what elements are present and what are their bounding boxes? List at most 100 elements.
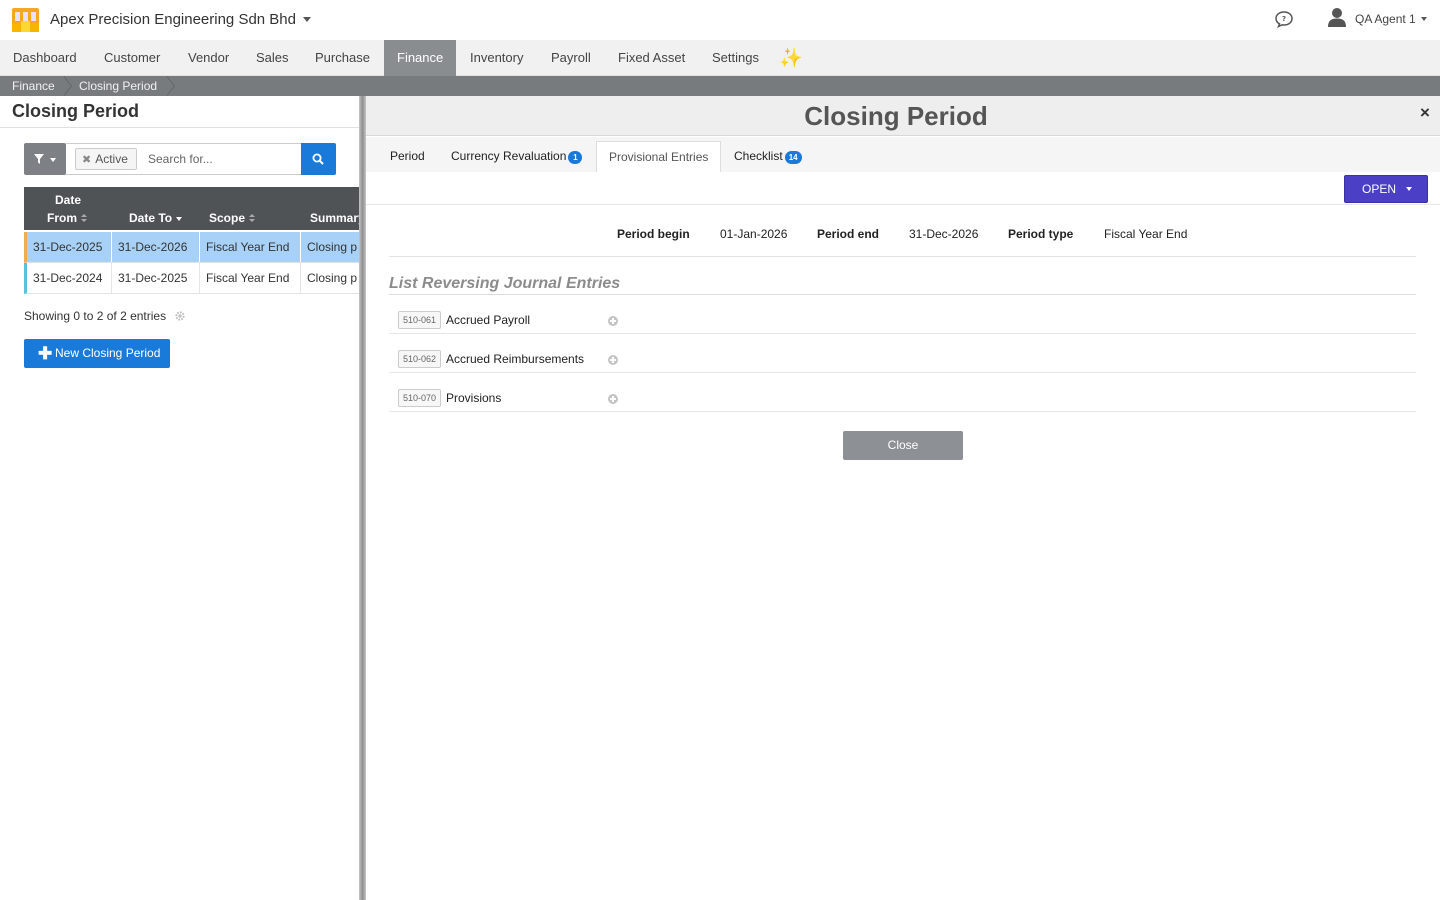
filter-icon: [34, 154, 44, 164]
period-type-value: Fiscal Year End: [1104, 227, 1188, 241]
nav-fixed-asset[interactable]: Fixed Asset: [605, 40, 698, 76]
tab-currency-revaluation[interactable]: Currency Revaluation 1: [439, 141, 594, 172]
period-type-label: Period type: [1008, 227, 1074, 241]
search-icon: [312, 153, 324, 165]
user-caret-icon[interactable]: [1421, 17, 1427, 21]
column-date-to[interactable]: Date To: [112, 187, 200, 232]
add-entry-icon[interactable]: [608, 355, 618, 365]
cell-summary: Closing p: [307, 240, 358, 254]
period-begin-value: 01-Jan-2026: [720, 227, 788, 241]
top-bar: Apex Precision Engineering Sdn Bhd ? QA …: [0, 0, 1440, 40]
checklist-count-badge: 14: [784, 151, 802, 164]
status-open-label: OPEN: [1362, 182, 1397, 196]
detail-tabs: Period Currency Revaluation 1 Provisional…: [366, 137, 1440, 172]
column-date-to-label: Date To: [129, 211, 173, 225]
account-code-badge: 510-061: [398, 311, 442, 329]
sparkles-icon[interactable]: ✨: [779, 46, 803, 70]
nav-sales[interactable]: Sales: [243, 40, 302, 76]
cell-date-to: 31-Dec-2025: [112, 263, 200, 293]
column-date-from-line2: From: [47, 211, 77, 225]
period-end-label: Period end: [817, 227, 880, 241]
add-entry-icon[interactable]: [608, 394, 618, 404]
nav-dashboard[interactable]: Dashboard: [0, 40, 90, 76]
nav-payroll[interactable]: Payroll: [538, 40, 604, 76]
list-item: 510-062 Accrued Reimbursements: [389, 334, 1416, 373]
tab-checklist-label: Checklist: [734, 149, 783, 163]
table-info: Showing 0 to 2 of 2 entries: [24, 309, 167, 323]
account-code-badge: 510-070: [398, 389, 442, 407]
breadcrumb-separator: [166, 76, 175, 96]
column-summary-label: Summary: [310, 211, 360, 225]
nav-finance[interactable]: Finance: [384, 40, 457, 76]
add-entry-icon[interactable]: [608, 316, 618, 326]
column-date-from[interactable]: Date From: [24, 187, 112, 232]
main-nav: Dashboard Customer Vendor Sales Purchase…: [0, 40, 1440, 76]
company-name[interactable]: Apex Precision Engineering Sdn Bhd: [50, 11, 296, 28]
breadcrumb-separator: [63, 76, 72, 96]
account-name: Accrued Payroll: [446, 313, 531, 327]
account-name: Provisions: [446, 391, 502, 405]
table-row[interactable]: 31-Dec-2025 31-Dec-2026 Fiscal Year End …: [24, 232, 360, 263]
detail-header: Closing Period ×: [366, 96, 1440, 136]
nav-vendor[interactable]: Vendor: [175, 40, 242, 76]
account-name: Accrued Reimbursements: [446, 352, 585, 366]
plus-icon: ✚: [38, 344, 53, 363]
company-caret-icon[interactable]: [303, 17, 311, 22]
tab-currency-revaluation-label: Currency Revaluation: [451, 149, 567, 163]
title-divider: [0, 127, 360, 128]
column-scope-label: Scope: [209, 211, 246, 225]
detail-panel: Closing Period × Period Currency Revalua…: [366, 96, 1440, 900]
new-closing-period-button[interactable]: ✚ New Closing Period: [24, 339, 170, 368]
user-avatar-icon[interactable]: [1326, 6, 1348, 28]
filter-caret-icon: [50, 158, 56, 162]
tab-period-label: Period: [390, 149, 425, 163]
close-button[interactable]: Close: [843, 431, 963, 460]
sort-desc-icon: [176, 217, 183, 221]
app-logo-icon[interactable]: [12, 8, 39, 32]
status-open-button[interactable]: OPEN: [1344, 175, 1428, 203]
breadcrumb-finance[interactable]: Finance: [12, 76, 55, 96]
detail-title: Closing Period: [804, 101, 988, 131]
chat-icon[interactable]: ?: [1274, 10, 1294, 28]
breadcrumb: Finance Closing Period: [0, 76, 1440, 96]
list-panel: Closing Period ✖ Active Date From Date To…: [0, 96, 360, 900]
filter-button[interactable]: [24, 143, 66, 175]
list-item: 510-061 Accrued Payroll: [389, 295, 1416, 334]
search-input[interactable]: [148, 150, 288, 168]
table-header: Date From Date To Scope Summary: [24, 187, 360, 232]
tab-checklist[interactable]: Checklist 14: [722, 141, 814, 172]
new-closing-period-label: New Closing Period: [55, 346, 161, 360]
breadcrumb-closing-period[interactable]: Closing Period: [79, 76, 157, 96]
column-scope[interactable]: Scope: [200, 187, 301, 232]
nav-purchase[interactable]: Purchase: [302, 40, 383, 76]
list-title: Closing Period: [12, 101, 140, 121]
table-row[interactable]: 31-Dec-2024 31-Dec-2025 Fiscal Year End …: [24, 263, 360, 294]
column-summary[interactable]: Summary: [301, 187, 360, 232]
remove-filter-icon[interactable]: ✖: [82, 154, 91, 166]
period-divider: [389, 256, 1416, 257]
cell-scope: Fiscal Year End: [200, 263, 301, 293]
section-title: List Reversing Journal Entries: [389, 275, 621, 292]
closing-period-table: Date From Date To Scope Summary 31-Dec-2…: [24, 187, 360, 295]
tab-period[interactable]: Period: [378, 141, 437, 172]
status-row: OPEN: [366, 172, 1440, 205]
nav-customer[interactable]: Customer: [91, 40, 173, 76]
close-icon[interactable]: ×: [1420, 103, 1430, 123]
tab-provisional-entries[interactable]: Provisional Entries: [596, 141, 722, 172]
sort-icon: [81, 214, 87, 223]
svg-text:?: ?: [1282, 15, 1286, 23]
settings-gear-icon[interactable]: [175, 311, 185, 321]
period-end-value: 31-Dec-2026: [909, 227, 979, 241]
status-caret-icon: [1406, 187, 1412, 191]
nav-inventory[interactable]: Inventory: [457, 40, 536, 76]
cell-date-from: 31-Dec-2024: [27, 263, 112, 293]
period-info: Period begin 01-Jan-2026 Period end 31-D…: [366, 227, 1440, 243]
panel-splitter[interactable]: [359, 96, 366, 900]
sort-icon: [249, 214, 256, 223]
nav-settings[interactable]: Settings: [699, 40, 772, 76]
filter-chip-active[interactable]: ✖ Active: [75, 148, 137, 170]
search-button[interactable]: [301, 143, 336, 175]
account-code-badge: 510-062: [398, 350, 442, 368]
user-name[interactable]: QA Agent 1: [1355, 12, 1416, 26]
filter-chip-label: Active: [95, 152, 128, 166]
